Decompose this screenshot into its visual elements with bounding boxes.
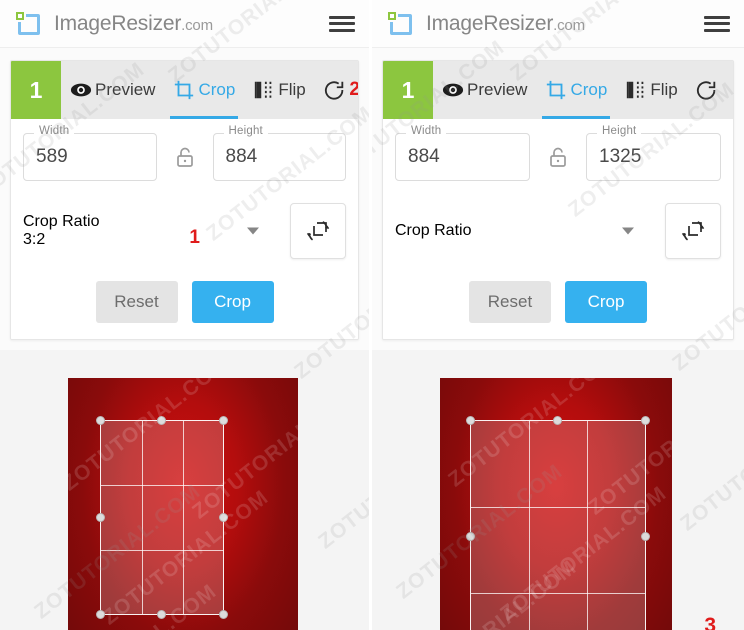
width-input[interactable]: 589 bbox=[23, 133, 157, 181]
width-label: Width bbox=[406, 125, 447, 137]
brand-tld: .com bbox=[181, 16, 213, 34]
chevron-down-icon[interactable] bbox=[247, 227, 259, 235]
flip-horizontal-icon bbox=[625, 79, 647, 101]
crop-tool-card-right: 1 Preview Crop Flip Width 884 Height 132… bbox=[382, 60, 734, 340]
tab-crop-label: Crop bbox=[198, 80, 236, 99]
crop-ratio-select[interactable]: Crop Ratio 3:2 1 bbox=[23, 213, 272, 249]
tab-preview[interactable]: Preview bbox=[433, 61, 536, 119]
hamburger-menu-icon[interactable] bbox=[329, 14, 355, 34]
tab-crop[interactable]: Crop bbox=[536, 61, 616, 119]
width-input[interactable]: 884 bbox=[395, 133, 530, 181]
dimension-row: Width 884 Height 1325 bbox=[395, 125, 721, 181]
tab-crop[interactable]: Crop bbox=[164, 61, 244, 119]
tab-rotate[interactable] bbox=[315, 61, 346, 119]
app-header-left: ImageResizer.com bbox=[0, 0, 369, 48]
reset-button[interactable]: Reset bbox=[469, 281, 551, 323]
crop-rotate-button[interactable] bbox=[665, 203, 721, 259]
step-badge: 1 bbox=[383, 61, 433, 119]
crop-ratio-value[interactable]: 3:2 bbox=[23, 231, 272, 249]
height-field[interactable]: Height 1325 bbox=[586, 125, 721, 181]
tab-preview[interactable]: Preview bbox=[61, 61, 164, 119]
rotate-icon bbox=[324, 79, 346, 101]
brand-name: ImageResizer bbox=[54, 11, 182, 35]
height-field[interactable]: Height 884 bbox=[212, 125, 346, 181]
brand-name: ImageResizer bbox=[426, 11, 554, 35]
action-buttons: Reset Crop bbox=[23, 281, 346, 323]
tab-preview-label: Preview bbox=[467, 80, 528, 99]
hamburger-menu-icon[interactable] bbox=[704, 14, 730, 34]
crop-selection-box[interactable] bbox=[96, 416, 229, 619]
dimension-row: Width 589 Height 884 bbox=[23, 125, 346, 181]
crop-ratio-label: Crop Ratio bbox=[23, 213, 100, 230]
crop-icon bbox=[173, 79, 195, 101]
flip-horizontal-icon bbox=[253, 79, 275, 101]
height-label: Height bbox=[597, 125, 642, 137]
logo-icon bbox=[386, 9, 416, 39]
height-input[interactable]: 1325 bbox=[586, 133, 721, 181]
crop-ratio-select[interactable]: Crop Ratio bbox=[395, 222, 647, 240]
action-buttons: Reset Crop bbox=[395, 281, 721, 323]
crop-icon bbox=[545, 79, 567, 101]
crop-handle-sw[interactable] bbox=[96, 609, 106, 619]
width-label: Width bbox=[34, 125, 75, 137]
aspect-lock-icon[interactable] bbox=[157, 145, 213, 169]
tab-list: Preview Crop Flip bbox=[433, 61, 733, 119]
app-root: ImageResizer.com 1 Preview Crop Flip Wid… bbox=[0, 0, 744, 630]
step-number: 1 bbox=[29, 76, 43, 103]
crop-handle-e[interactable] bbox=[219, 512, 229, 522]
crop-button[interactable]: Crop bbox=[565, 281, 647, 323]
crop-tool-card-left: 1 Preview Crop Flip Width 589 Height 884… bbox=[10, 60, 359, 340]
rotate-icon bbox=[696, 79, 718, 101]
tab-flip-label: Flip bbox=[650, 80, 678, 99]
width-field[interactable]: Width 884 bbox=[395, 125, 530, 181]
height-label: Height bbox=[223, 125, 268, 137]
width-field[interactable]: Width 589 bbox=[23, 125, 157, 181]
tab-bar-right: 1 Preview Crop Flip bbox=[383, 61, 733, 119]
brand-tld: .com bbox=[553, 16, 585, 34]
tab-flip-label: Flip bbox=[278, 80, 306, 99]
crop-button[interactable]: Crop bbox=[191, 281, 274, 323]
crop-rotate-button[interactable] bbox=[290, 203, 346, 259]
image-preview-right[interactable]: ZOTUTORIAL.COM ZOTUTORIAL.COM ZOTUTORIAL… bbox=[372, 350, 744, 630]
crop-form-right: Width 884 Height 1325 Crop Ratio Reset C… bbox=[383, 119, 733, 339]
tab-flip[interactable]: Flip bbox=[616, 61, 686, 119]
ratio-row: Crop Ratio 3:2 1 2 bbox=[23, 79, 358, 259]
tab-crop-label: Crop bbox=[570, 80, 608, 99]
step-number: 1 bbox=[401, 76, 415, 103]
height-input[interactable]: 884 bbox=[212, 133, 346, 181]
app-header-right: ImageResizer.com bbox=[372, 0, 744, 48]
tab-preview-label: Preview bbox=[95, 80, 156, 99]
crop-form-left: Width 589 Height 884 Crop Ratio 3:2 1 2 … bbox=[11, 79, 358, 339]
aspect-lock-icon[interactable] bbox=[530, 145, 586, 169]
eye-icon bbox=[70, 79, 92, 101]
annotation-2: 2 bbox=[349, 79, 359, 100]
tab-list: Preview Crop Flip bbox=[61, 61, 358, 119]
source-photo[interactable]: ZOTUTORIAL.COM ZOTUTORIAL.COM ZOTUTORIAL… bbox=[68, 378, 298, 630]
brand-title: ImageResizer.com bbox=[54, 12, 213, 36]
logo-icon bbox=[14, 9, 44, 39]
annotation-1: 1 bbox=[189, 227, 200, 248]
step-badge: 1 bbox=[11, 61, 61, 119]
panel-right: ImageResizer.com 1 Preview Crop Flip Wid… bbox=[372, 0, 744, 630]
crop-selection-box[interactable] bbox=[466, 416, 651, 630]
source-photo[interactable]: ZOTUTORIAL.COM ZOTUTORIAL.COM ZOTUTORIAL… bbox=[440, 378, 672, 630]
tab-flip[interactable]: Flip bbox=[244, 61, 314, 119]
tab-rotate[interactable] bbox=[687, 61, 718, 119]
image-preview-left[interactable]: ZOTUTORIAL.COM ZOTUTORIAL.COM ZOTUTORIAL… bbox=[0, 350, 369, 630]
annotation-3: 3 bbox=[704, 614, 716, 630]
reset-button[interactable]: Reset bbox=[95, 281, 178, 323]
tab-bar-left: 1 Preview Crop Flip bbox=[11, 61, 358, 119]
ratio-row: Crop Ratio bbox=[395, 203, 721, 259]
crop-handle-w[interactable] bbox=[96, 512, 106, 522]
eye-icon bbox=[442, 79, 464, 101]
brand-title: ImageResizer.com bbox=[426, 12, 585, 36]
chevron-down-icon[interactable] bbox=[622, 227, 634, 235]
panel-left: ImageResizer.com 1 Preview Crop Flip Wid… bbox=[0, 0, 372, 630]
crop-ratio-label: Crop Ratio bbox=[395, 222, 472, 239]
